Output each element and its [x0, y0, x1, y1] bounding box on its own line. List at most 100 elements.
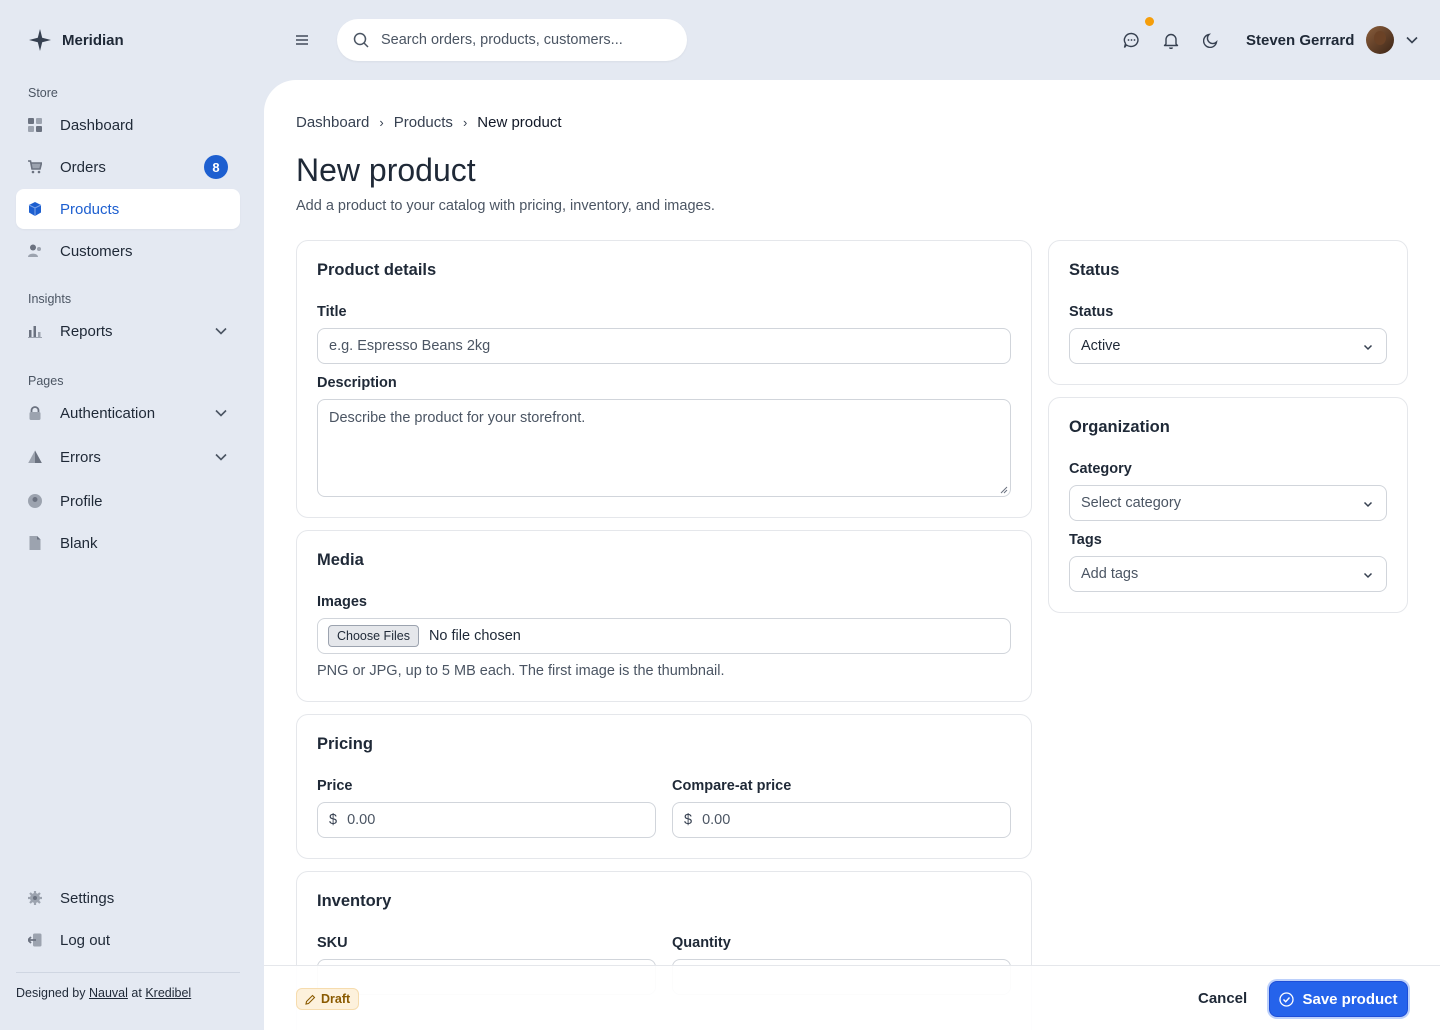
pricing-card: Pricing Price $ 0.00 Compare-at price $ … — [296, 714, 1032, 859]
cart-icon — [28, 160, 42, 174]
description-textarea[interactable]: Describe the product for your storefront… — [317, 399, 1011, 497]
theme-toggle-button[interactable] — [1201, 30, 1221, 50]
bell-icon — [1163, 33, 1179, 49]
credit-company-link[interactable]: Kredibel — [145, 986, 191, 1000]
form-action-bar: Draft Cancel Save product — [264, 965, 1440, 1030]
choose-files-button[interactable]: Choose Files — [328, 625, 419, 647]
category-select[interactable]: Select category — [1069, 485, 1387, 521]
images-help-text: PNG or JPG, up to 5 MB each. The first i… — [317, 663, 725, 679]
cancel-button[interactable]: Cancel — [1198, 990, 1247, 1007]
card-title: Organization — [1069, 418, 1170, 436]
save-label: Save product — [1302, 990, 1398, 1008]
logout-icon — [28, 933, 42, 947]
sidebar-item-logout[interactable]: Log out — [16, 920, 240, 960]
draft-label: Draft — [321, 992, 351, 1006]
sidebar-item-label: Customers — [60, 242, 133, 260]
sidebar-item-label: Settings — [60, 889, 115, 907]
status-value: Active — [1081, 338, 1121, 354]
compare-price-placeholder: 0.00 — [702, 812, 731, 828]
messages-button[interactable] — [1121, 30, 1141, 50]
chevron-down-icon — [214, 324, 228, 338]
sidebar-item-blank[interactable]: Blank — [16, 523, 240, 563]
card-title: Inventory — [317, 892, 392, 910]
chevron-down-icon — [214, 450, 228, 464]
check-circle-icon — [1279, 991, 1295, 1007]
sidebar: Meridian Store Dashboard Orders 8 Produc… — [0, 0, 264, 1030]
sidebar-item-label: Reports — [60, 322, 113, 340]
card-title: Status — [1069, 261, 1120, 279]
title-input[interactable]: e.g. Espresso Beans 2kg — [317, 328, 1011, 364]
avatar — [1366, 26, 1395, 54]
bar-chart-icon — [28, 324, 42, 338]
chevron-down-icon — [1363, 572, 1373, 579]
breadcrumb-dashboard[interactable]: Dashboard — [296, 114, 369, 131]
compare-price-label: Compare-at price — [672, 778, 792, 794]
status-card: Status Status Active — [1048, 240, 1408, 385]
search-icon — [353, 32, 369, 48]
compare-price-input[interactable]: $ 0.00 — [672, 802, 1011, 838]
save-product-button[interactable]: Save product — [1269, 981, 1408, 1017]
sidebar-item-errors[interactable]: Errors — [16, 437, 240, 477]
sidebar-item-orders[interactable]: Orders 8 — [16, 147, 240, 187]
notification-dot — [1145, 17, 1154, 26]
images-file-input[interactable]: Choose Files No file chosen — [317, 618, 1011, 654]
gear-icon — [28, 891, 42, 905]
search-input[interactable]: Search orders, products, customers... — [337, 19, 687, 61]
credit-prefix: Designed by — [16, 986, 86, 1000]
sidebar-item-authentication[interactable]: Authentication — [16, 393, 240, 433]
menu-toggle-button[interactable] — [292, 30, 312, 50]
notifications-button[interactable] — [1161, 30, 1181, 50]
hamburger-icon — [296, 35, 308, 45]
sidebar-item-products[interactable]: Products — [16, 189, 240, 229]
user-menu[interactable]: Steven Gerrard — [1246, 26, 1418, 54]
tags-label: Tags — [1069, 532, 1102, 548]
category-label: Category — [1069, 461, 1132, 477]
card-title: Media — [317, 551, 364, 569]
currency-prefix: $ — [684, 812, 693, 828]
sidebar-item-reports[interactable]: Reports — [16, 311, 240, 351]
card-title: Pricing — [317, 735, 373, 753]
sidebar-item-label: Profile — [60, 492, 103, 510]
tags-select[interactable]: Add tags — [1069, 556, 1387, 592]
sparkle-logo-icon — [29, 29, 51, 51]
sidebar-item-label: Log out — [60, 931, 111, 949]
credit-author-link[interactable]: Nauval — [89, 986, 128, 1000]
main-panel: Dashboard › Products › New product New p… — [264, 80, 1440, 1030]
user-circle-icon — [28, 494, 42, 508]
tags-placeholder: Add tags — [1081, 566, 1139, 582]
sidebar-credit: Designed by Nauval at Kredibel — [16, 986, 191, 1000]
price-input[interactable]: $ 0.00 — [317, 802, 656, 838]
user-name: Steven Gerrard — [1246, 31, 1355, 49]
chat-bubble-icon — [1123, 32, 1139, 48]
sidebar-item-dashboard[interactable]: Dashboard — [16, 105, 240, 145]
chevron-down-icon — [214, 406, 228, 420]
sku-label: SKU — [317, 935, 348, 951]
breadcrumb-current: New product — [477, 114, 562, 131]
breadcrumb-products[interactable]: Products — [394, 114, 453, 131]
users-icon — [28, 244, 42, 258]
breadcrumb-separator-icon: › — [462, 115, 468, 130]
moon-icon — [1203, 33, 1218, 48]
sidebar-item-customers[interactable]: Customers — [16, 231, 240, 271]
page-subtitle: Add a product to your catalog with prici… — [296, 198, 715, 214]
warning-icon — [28, 450, 42, 464]
grid-icon — [28, 118, 42, 132]
organization-card: Organization Category Select category Ta… — [1048, 397, 1408, 613]
resize-grip-icon[interactable] — [1000, 486, 1008, 494]
sidebar-item-profile[interactable]: Profile — [16, 481, 240, 521]
images-label: Images — [317, 594, 367, 610]
status-select[interactable]: Active — [1069, 328, 1387, 364]
sidebar-item-label: Blank — [60, 534, 98, 552]
brand[interactable]: Meridian — [28, 28, 124, 52]
file-icon — [28, 536, 42, 550]
nav-section-insights: Insights — [28, 292, 72, 306]
chevron-down-icon — [1406, 36, 1418, 44]
sidebar-item-settings[interactable]: Settings — [16, 878, 240, 918]
draft-status-badge: Draft — [296, 988, 360, 1010]
description-placeholder: Describe the product for your storefront… — [329, 410, 586, 426]
pencil-icon — [305, 994, 316, 1005]
chevron-down-icon — [1363, 501, 1373, 508]
page-title: New product — [296, 152, 476, 188]
brand-name: Meridian — [62, 31, 124, 49]
card-title: Product details — [317, 261, 437, 279]
